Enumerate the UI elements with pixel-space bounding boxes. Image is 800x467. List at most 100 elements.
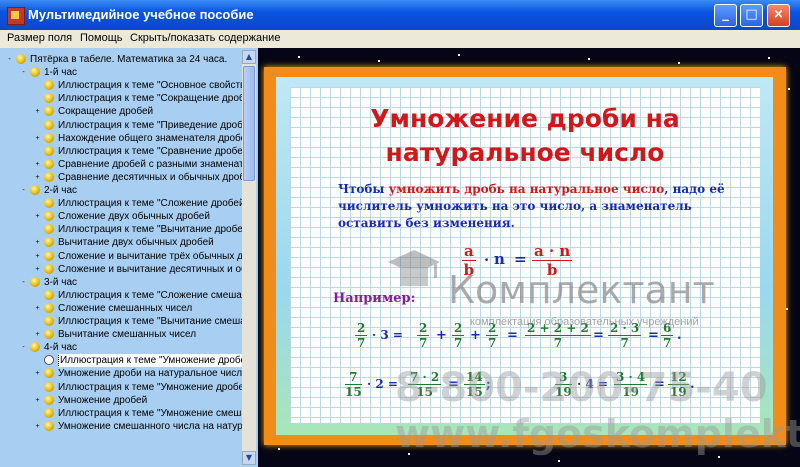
tree-item-label[interactable]: Иллюстрация к теме "Сложение дробей"	[58, 197, 242, 210]
tree-expander-icon[interactable]: +	[34, 174, 41, 181]
menu-toggle-contents[interactable]: Скрыть/показать содержание	[130, 32, 280, 44]
tree-item-label[interactable]: Иллюстрация к теме "Приведение дробей"	[58, 119, 242, 132]
tree-item-label[interactable]: 3-й час	[44, 276, 77, 289]
tree-expander-icon[interactable]	[34, 82, 41, 89]
close-button[interactable]: ×	[767, 4, 790, 27]
tree-expander-icon[interactable]: -	[20, 344, 27, 351]
tree-item[interactable]: Иллюстрация к теме "Сравнение дробей"	[34, 145, 242, 158]
tree-item[interactable]: + Умножение смешанного числа на натуральн…	[34, 420, 242, 433]
tree-expander-icon[interactable]: -	[20, 279, 27, 286]
tree-expander-icon[interactable]: +	[34, 305, 41, 312]
menu-help[interactable]: Помощь	[80, 32, 123, 44]
tree-item-label[interactable]: Иллюстрация к теме "Основное свойство др…	[58, 79, 242, 92]
tree-folder[interactable]: - 3-й час	[20, 276, 242, 289]
tree-item[interactable]: + Умножение дроби на натуральное число	[34, 367, 242, 380]
tree-expander-icon[interactable]: +	[34, 213, 41, 220]
tree-item-label[interactable]: Вычитание двух обычных дробей	[58, 236, 214, 249]
menu-field-size[interactable]: Размер поля	[7, 32, 72, 44]
scroll-down-button[interactable]: ▼	[242, 451, 256, 465]
tree-item-label[interactable]: Иллюстрация к теме "Умножение дробей"	[58, 381, 242, 394]
tree-item-label[interactable]: Иллюстрация к теме "Вычитание смешанных …	[58, 315, 242, 328]
tree-folder[interactable]: - 2-й час	[20, 184, 242, 197]
tree-expander-icon[interactable]	[34, 410, 41, 417]
tree-item-label[interactable]: Пятёрка в табеле. Математика за 24 часа.	[30, 53, 227, 66]
tree-expander-icon[interactable]	[34, 357, 41, 364]
tree-item[interactable]: + Сокращение дробей	[34, 105, 242, 118]
tree-item[interactable]: + Вычитание смешанных чисел	[34, 328, 242, 341]
tree-item-label[interactable]: Иллюстрация к теме "Умножение дробей"	[58, 354, 242, 368]
denominator: 7	[663, 336, 672, 350]
tree-item-label[interactable]: 4-й час	[44, 341, 77, 354]
tree-expander-icon[interactable]: +	[34, 108, 41, 115]
tree-expander-icon[interactable]: +	[34, 331, 41, 338]
topic-icon	[30, 342, 40, 353]
tree-item[interactable]: Иллюстрация к теме "Умножение дробей"	[34, 354, 242, 368]
tree-item[interactable]: + Сравнение десятичных и обычных дробей	[34, 171, 242, 184]
tree-expander-icon[interactable]	[34, 200, 41, 207]
tree-item[interactable]: + Сложение смешанных чисел	[34, 302, 242, 315]
tree-expander-icon[interactable]: +	[34, 161, 41, 168]
tree-folder[interactable]: - 1-й час	[20, 66, 242, 79]
tree-item-label[interactable]: Умножение дробей	[58, 394, 147, 407]
tree-item[interactable]: Иллюстрация к теме "Умножение смешанных …	[34, 407, 242, 420]
scroll-up-button[interactable]: ▲	[242, 50, 256, 64]
tree-item-label[interactable]: Сложение и вычитание десятичных и обычны…	[58, 263, 242, 276]
tree-expander-icon[interactable]: +	[34, 135, 41, 142]
tree-item-label[interactable]: Иллюстрация к теме "Вычитание дробей"	[58, 223, 242, 236]
tree-expander-icon[interactable]: +	[34, 253, 41, 260]
tree-expander-icon[interactable]: +	[34, 266, 41, 273]
tree-item-label[interactable]: Сравнение дробей с разными знаменателями	[58, 158, 242, 171]
tree-item[interactable]: + Нахождение общего знаменателя дробей	[34, 132, 242, 145]
tree-expander-icon[interactable]: +	[34, 239, 41, 246]
tree-item[interactable]: Иллюстрация к теме "Вычитание дробей"	[34, 223, 242, 236]
tree-item[interactable]: + Вычитание двух обычных дробей	[34, 236, 242, 249]
tree-expander-icon[interactable]	[34, 226, 41, 233]
tree-item[interactable]: Иллюстрация к теме "Приведение дробей"	[34, 119, 242, 132]
tree-item[interactable]: Иллюстрация к теме "Умножение дробей"	[34, 381, 242, 394]
tree-item[interactable]: Иллюстрация к теме "Сокращение дробей"	[34, 92, 242, 105]
tree-item-label[interactable]: 1-й час	[44, 66, 77, 79]
tree-expander-icon[interactable]	[34, 148, 41, 155]
maximize-button[interactable]: □	[740, 4, 763, 27]
tree-item-label[interactable]: Иллюстрация к теме "Сложение смешанных ч…	[58, 289, 242, 302]
tree-item[interactable]: + Умножение дробей	[34, 394, 242, 407]
tree-item-label[interactable]: Иллюстрация к теме "Сокращение дробей"	[58, 92, 242, 105]
tree-item-label[interactable]: Иллюстрация к теме "Умножение смешанных …	[58, 407, 242, 420]
tree-item[interactable]: Иллюстрация к теме "Сложение дробей"	[34, 197, 242, 210]
minimize-button[interactable]: _	[714, 4, 737, 27]
tree-expander-icon[interactable]	[34, 318, 41, 325]
tree-expander-icon[interactable]	[34, 384, 41, 391]
tree-expander-icon[interactable]: -	[20, 69, 27, 76]
tree-item[interactable]: + Сложение и вычитание десятичных и обычн…	[34, 263, 242, 276]
tree-item[interactable]: Иллюстрация к теме "Вычитание смешанных …	[34, 315, 242, 328]
tree-expander-icon[interactable]	[34, 95, 41, 102]
tree-item-label[interactable]: Нахождение общего знаменателя дробей	[58, 132, 242, 145]
tree-folder[interactable]: - Пятёрка в табеле. Математика за 24 часа…	[6, 53, 242, 66]
star-dot	[458, 54, 460, 56]
tree-item-label[interactable]: Сложение двух обычных дробей	[58, 210, 210, 223]
tree-item[interactable]: + Сравнение дробей с разными знаменателям…	[34, 158, 242, 171]
tree-item-label[interactable]: Умножение смешанного числа на натурально…	[58, 420, 242, 433]
tree-item-label[interactable]: Сравнение десятичных и обычных дробей	[58, 171, 242, 184]
scroll-thumb[interactable]	[243, 66, 255, 181]
tree-expander-icon[interactable]: +	[34, 397, 41, 404]
tree-item-label[interactable]: Сложение смешанных чисел	[58, 302, 192, 315]
tree-expander-icon[interactable]	[34, 292, 41, 299]
tree-folder[interactable]: - 4-й час	[20, 341, 242, 354]
tree-item[interactable]: + Сложение и вычитание трёх обычных дробе…	[34, 250, 242, 263]
tree-expander-icon[interactable]: +	[34, 370, 41, 377]
tree-item-label[interactable]: Иллюстрация к теме "Сравнение дробей"	[58, 145, 242, 158]
tree-item-label[interactable]: 2-й час	[44, 184, 77, 197]
tree-item-label[interactable]: Умножение дроби на натуральное число	[58, 367, 242, 380]
tree-item-label[interactable]: Сокращение дробей	[58, 105, 153, 118]
tree-item-label[interactable]: Сложение и вычитание трёх обычных дробей	[58, 250, 242, 263]
tree-expander-icon[interactable]: +	[34, 423, 41, 430]
tree-item[interactable]: Иллюстрация к теме "Сложение смешанных ч…	[34, 289, 242, 302]
tree-expander-icon[interactable]: -	[6, 56, 13, 63]
tree-expander-icon[interactable]	[34, 122, 41, 129]
tree-expander-icon[interactable]: -	[20, 187, 27, 194]
tree-scrollbar[interactable]: ▲ ▼	[242, 50, 256, 465]
tree-item[interactable]: Иллюстрация к теме "Основное свойство др…	[34, 79, 242, 92]
tree-item[interactable]: + Сложение двух обычных дробей	[34, 210, 242, 223]
tree-item-label[interactable]: Вычитание смешанных чисел	[58, 328, 196, 341]
